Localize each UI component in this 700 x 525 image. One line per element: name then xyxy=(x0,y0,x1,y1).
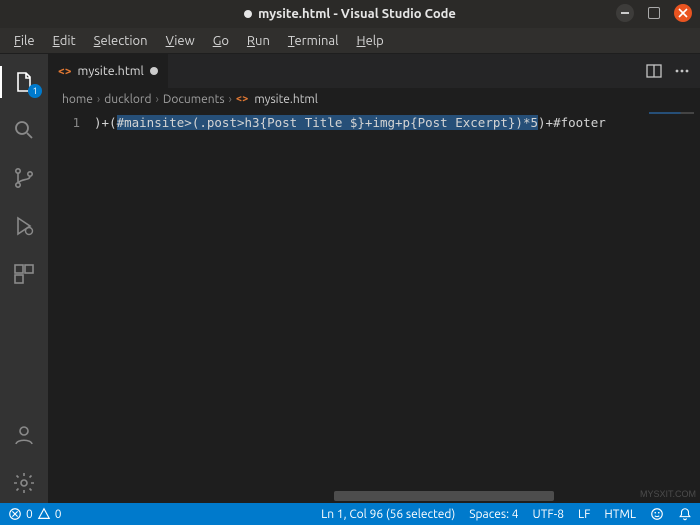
activity-run-debug[interactable] xyxy=(0,206,48,246)
line-gutter: 1 xyxy=(48,110,94,503)
status-bar: 0 0 Ln 1, Col 96 (56 selected) Spaces: 4… xyxy=(0,503,700,525)
window-controls xyxy=(616,4,692,22)
crumb-file[interactable]: mysite.html xyxy=(254,93,318,106)
code-prefix: )+( xyxy=(94,115,117,130)
watermark-text: MYSXIT.COM xyxy=(640,489,696,499)
status-warnings-count: 0 xyxy=(55,508,62,521)
code-editor[interactable]: 1 )+(#mainsite>(.post>h3{Post Title $}+i… xyxy=(48,110,700,503)
status-eol[interactable]: LF xyxy=(578,508,590,521)
chevron-right-icon: › xyxy=(97,93,100,106)
menu-help[interactable]: Help xyxy=(349,32,392,50)
debug-icon xyxy=(12,214,36,238)
code-content[interactable]: )+(#mainsite>(.post>h3{Post Title $}+img… xyxy=(94,110,642,503)
unsaved-dot-icon xyxy=(244,10,252,18)
status-cursor-position[interactable]: Ln 1, Col 96 (56 selected) xyxy=(321,508,455,521)
main-area: 1 <> mysite.html xyxy=(0,54,700,503)
status-problems[interactable]: 0 0 xyxy=(8,507,62,521)
menu-run[interactable]: Run xyxy=(239,32,278,50)
code-selection: #mainsite>(.post>h3{Post Title $}+img+p{… xyxy=(117,115,538,130)
activity-accounts[interactable] xyxy=(0,415,48,455)
gear-icon xyxy=(12,471,36,495)
extensions-icon xyxy=(12,262,36,286)
close-icon xyxy=(678,8,688,18)
status-indentation[interactable]: Spaces: 4 xyxy=(469,508,518,521)
crumb[interactable]: home xyxy=(62,93,93,106)
crumb[interactable]: ducklord xyxy=(104,93,151,106)
line-number: 1 xyxy=(48,114,80,132)
bell-icon xyxy=(678,507,692,521)
breadcrumb[interactable]: home › ducklord › Documents › <> mysite.… xyxy=(48,88,700,110)
tab-dirty-dot-icon xyxy=(150,67,158,75)
status-notifications[interactable] xyxy=(678,507,692,521)
editor-group: <> mysite.html home › ducklord › Documen… xyxy=(48,54,700,503)
minimize-button[interactable] xyxy=(616,4,634,22)
warning-icon xyxy=(37,507,51,521)
activity-settings[interactable] xyxy=(0,463,48,503)
menu-go[interactable]: Go xyxy=(205,32,237,50)
account-icon xyxy=(12,423,36,447)
feedback-smiley-icon xyxy=(650,507,664,521)
window-title-text: mysite.html - Visual Studio Code xyxy=(258,7,456,21)
menu-bar: File Edit Selection View Go Run Terminal… xyxy=(0,28,700,54)
close-button[interactable] xyxy=(674,4,692,22)
activity-extensions[interactable] xyxy=(0,254,48,294)
html-file-icon: <> xyxy=(236,93,248,105)
chevron-right-icon: › xyxy=(229,93,232,106)
activity-source-control[interactable] xyxy=(0,158,48,198)
code-suffix: )+#footer xyxy=(538,115,606,130)
explorer-badge: 1 xyxy=(28,84,42,98)
tabs-row: <> mysite.html xyxy=(48,54,700,88)
menu-selection[interactable]: Selection xyxy=(86,32,156,50)
more-actions-icon[interactable] xyxy=(674,63,690,79)
window-title: mysite.html - Visual Studio Code xyxy=(0,7,700,21)
minimap[interactable] xyxy=(642,110,700,503)
search-icon xyxy=(12,118,36,142)
maximize-button[interactable] xyxy=(648,7,660,19)
split-editor-icon[interactable] xyxy=(646,63,662,79)
menu-file[interactable]: File xyxy=(6,32,43,50)
activity-search[interactable] xyxy=(0,110,48,150)
tab-label: mysite.html xyxy=(78,64,144,78)
activity-explorer[interactable]: 1 xyxy=(0,62,48,102)
activity-bar: 1 xyxy=(0,54,48,503)
menu-edit[interactable]: Edit xyxy=(45,32,84,50)
chevron-right-icon: › xyxy=(155,93,158,106)
status-encoding[interactable]: UTF-8 xyxy=(533,508,564,521)
editor-actions xyxy=(636,54,700,88)
menu-terminal[interactable]: Terminal xyxy=(280,32,347,50)
crumb[interactable]: Documents xyxy=(163,93,225,106)
status-feedback[interactable] xyxy=(650,507,664,521)
html-file-icon: <> xyxy=(58,65,72,78)
title-bar: mysite.html - Visual Studio Code xyxy=(0,0,700,28)
horizontal-scrollbar-thumb[interactable] xyxy=(334,491,554,501)
error-icon xyxy=(8,507,22,521)
status-errors-count: 0 xyxy=(26,508,33,521)
status-language[interactable]: HTML xyxy=(604,508,636,521)
branch-icon xyxy=(12,166,36,190)
menu-view[interactable]: View xyxy=(158,32,203,50)
tab-mysite[interactable]: <> mysite.html xyxy=(48,54,169,88)
